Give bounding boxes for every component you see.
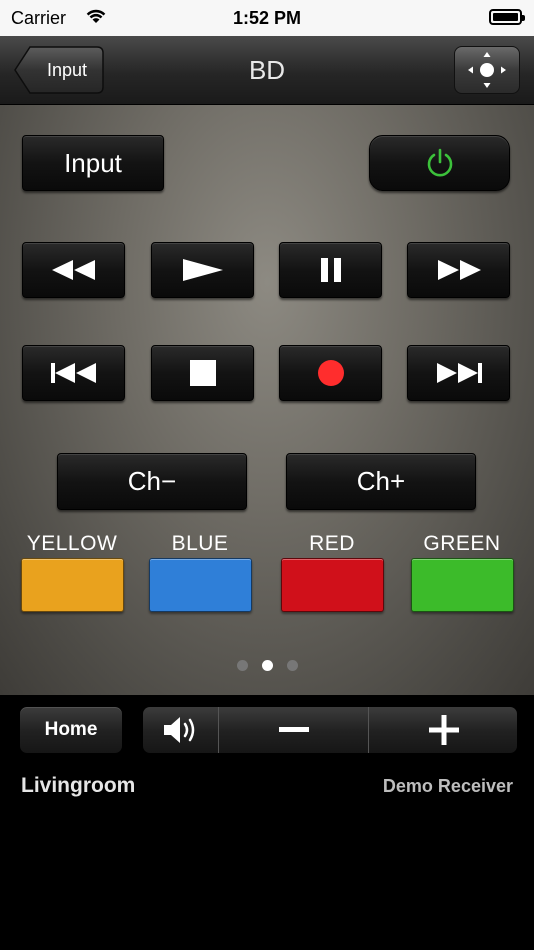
pause-icon bbox=[320, 258, 341, 282]
green-label: GREEN bbox=[423, 532, 501, 555]
speaker-icon bbox=[163, 717, 194, 743]
power-button[interactable] bbox=[369, 135, 510, 191]
blue-label: BLUE bbox=[171, 532, 229, 555]
plus-icon bbox=[429, 715, 459, 745]
status-bar: Carrier 1:52 PM bbox=[0, 0, 534, 36]
power-icon bbox=[427, 148, 452, 177]
fast-forward-icon bbox=[437, 260, 481, 280]
pause-button[interactable] bbox=[279, 242, 382, 298]
yellow-button[interactable] bbox=[21, 558, 124, 612]
rewind-button[interactable] bbox=[22, 242, 125, 298]
page-dot[interactable] bbox=[236, 660, 248, 671]
previous-track-button[interactable] bbox=[22, 345, 125, 401]
volume-up-button[interactable] bbox=[369, 707, 517, 753]
dpad-icon bbox=[468, 52, 506, 88]
volume-down-button[interactable] bbox=[219, 707, 369, 753]
play-button[interactable] bbox=[151, 242, 254, 298]
page-dot[interactable] bbox=[286, 660, 298, 671]
skip-forward-icon bbox=[436, 363, 482, 383]
channel-down-button[interactable]: Ch− bbox=[57, 453, 247, 510]
yellow-label: YELLOW bbox=[26, 532, 118, 555]
green-button[interactable] bbox=[411, 558, 514, 612]
nav-bar: Input BD bbox=[0, 36, 534, 105]
channel-up-button[interactable]: Ch+ bbox=[286, 453, 476, 510]
clock: 1:52 PM bbox=[232, 8, 302, 28]
play-icon bbox=[182, 259, 223, 281]
next-track-button[interactable] bbox=[407, 345, 510, 401]
home-button[interactable]: Home bbox=[19, 706, 123, 754]
mute-button[interactable] bbox=[143, 707, 219, 753]
device-name: Demo Receiver bbox=[382, 776, 513, 796]
stop-button[interactable] bbox=[151, 345, 254, 401]
input-button[interactable]: Input bbox=[22, 135, 164, 191]
page-indicator[interactable] bbox=[0, 658, 534, 676]
rewind-icon bbox=[51, 260, 95, 280]
record-icon bbox=[317, 360, 344, 386]
minus-icon bbox=[278, 727, 309, 732]
blue-button[interactable] bbox=[149, 558, 252, 612]
red-label: RED bbox=[309, 532, 355, 555]
stop-icon bbox=[189, 360, 216, 386]
fast-forward-button[interactable] bbox=[407, 242, 510, 298]
room-name: Livingroom bbox=[21, 774, 136, 797]
skip-back-icon bbox=[50, 363, 96, 383]
battery-icon bbox=[489, 9, 525, 25]
record-button[interactable] bbox=[279, 345, 382, 401]
bottom-bar: Home Livingroom Demo Receiver bbox=[0, 696, 534, 950]
dpad-button[interactable] bbox=[454, 46, 520, 94]
remote-panel: Input Ch− Ch+ YELLOW BLUE RED GREEN bbox=[0, 105, 534, 695]
volume-control bbox=[142, 706, 518, 754]
red-button[interactable] bbox=[281, 558, 384, 612]
page-dot[interactable] bbox=[261, 660, 273, 671]
